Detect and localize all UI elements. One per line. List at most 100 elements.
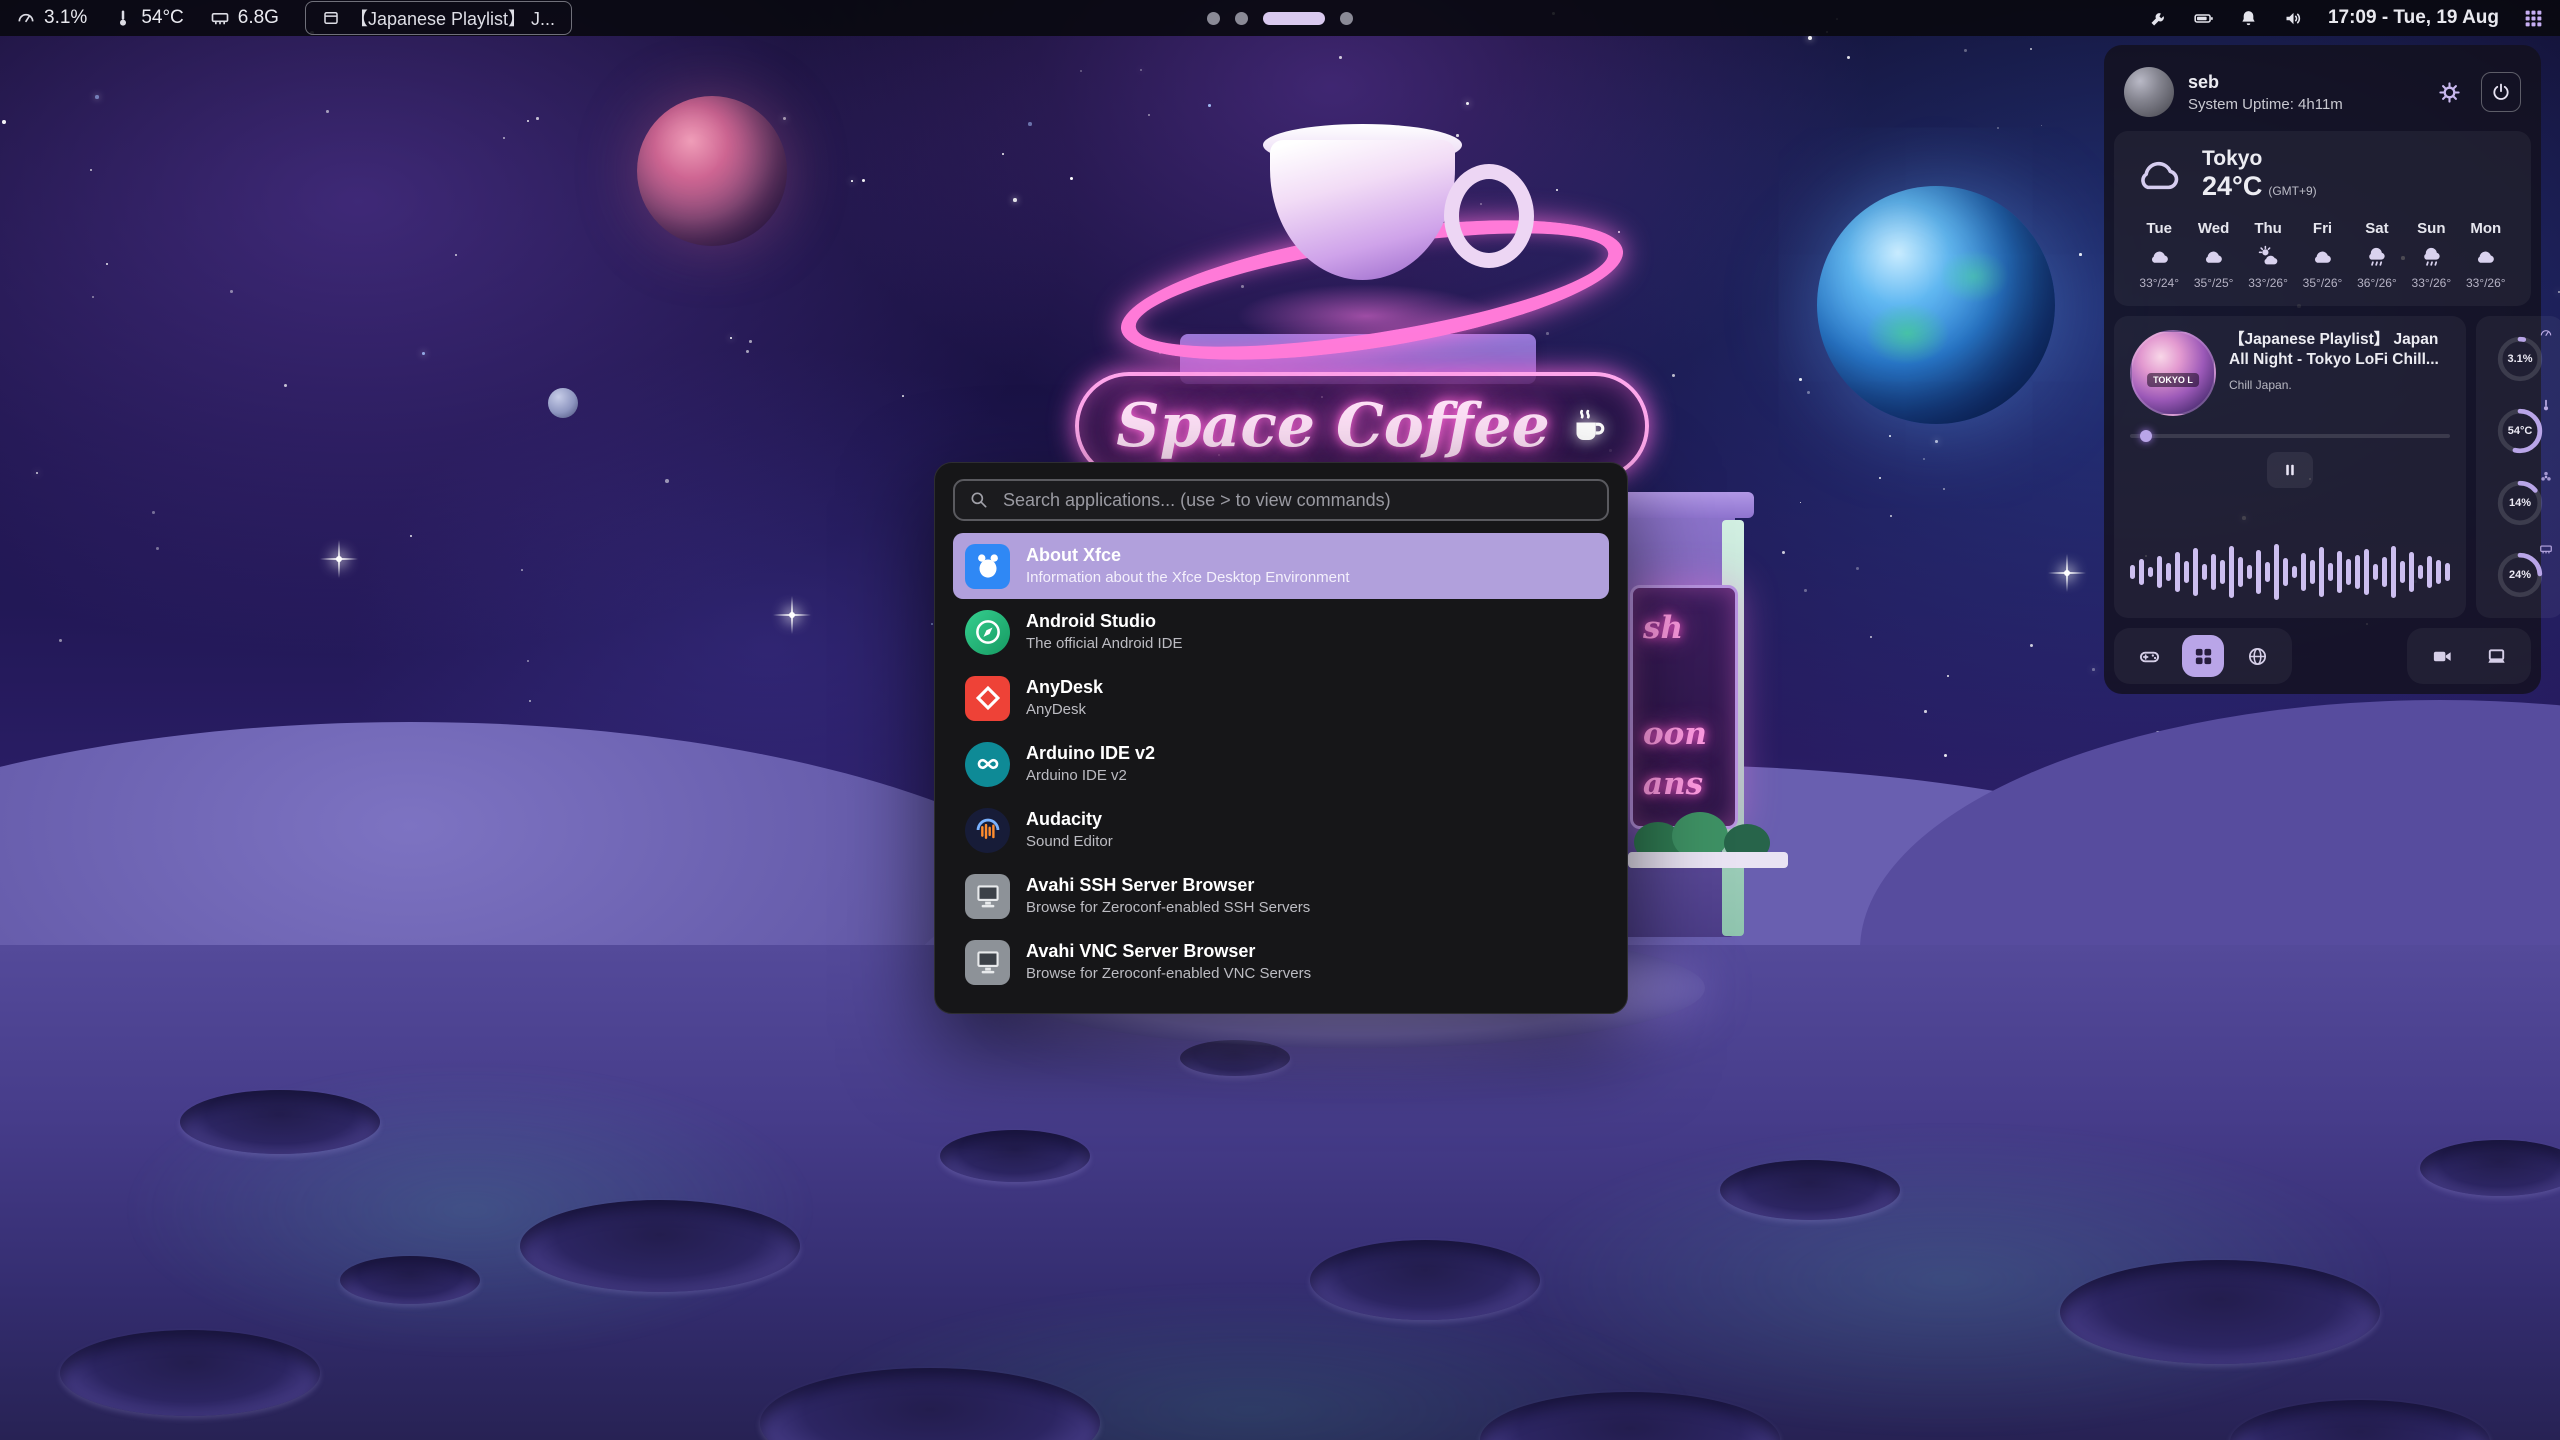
raincloud-weather-icon bbox=[2364, 244, 2389, 269]
volume-icon[interactable] bbox=[2283, 8, 2304, 29]
system-uptime: System Uptime: 4h11m bbox=[2188, 96, 2415, 113]
waveform-bar bbox=[2382, 557, 2387, 587]
screen-record-button[interactable] bbox=[2421, 635, 2463, 677]
gauge-fan: 14% bbox=[2491, 472, 2549, 534]
app-name: Audacity bbox=[1026, 808, 1113, 831]
raincloud-weather-icon bbox=[2419, 244, 2444, 269]
globe-icon bbox=[2246, 645, 2269, 668]
moon-crater bbox=[520, 1200, 800, 1292]
workspace-indicator[interactable] bbox=[1207, 0, 1353, 36]
coffee-cup-icon bbox=[1566, 405, 1608, 447]
apps-button[interactable] bbox=[2182, 635, 2224, 677]
forecast-day: Tue33°/24° bbox=[2132, 220, 2186, 290]
window-neon-text: oon bbox=[1643, 716, 1707, 752]
app-name: AnyDesk bbox=[1026, 676, 1103, 699]
quick-actions-right bbox=[2407, 628, 2531, 684]
clock[interactable]: 17:09 - Tue, 19 Aug bbox=[2328, 7, 2499, 29]
album-art-label: TOKYO L bbox=[2147, 373, 2199, 387]
notifications-bell-icon[interactable] bbox=[2238, 8, 2259, 29]
power-icon bbox=[2491, 82, 2511, 102]
app-name: Android Studio bbox=[1026, 610, 1182, 633]
waveform-bar bbox=[2400, 561, 2405, 583]
waveform-bar bbox=[2256, 550, 2261, 594]
app-list-item[interactable]: Arduino IDE v2Arduino IDE v2 bbox=[953, 731, 1609, 797]
neon-sign-text: Space Coffee bbox=[1116, 391, 1550, 461]
forecast-temps: 36°/26° bbox=[2357, 276, 2397, 290]
media-widget: TOKYO L 【Japanese Playlist】 Japan All Ni… bbox=[2114, 316, 2466, 618]
workspace-dot-active[interactable] bbox=[1263, 12, 1325, 25]
media-progress-slider[interactable] bbox=[2130, 434, 2450, 438]
fan-icon bbox=[2539, 470, 2553, 484]
xfce-app-icon bbox=[965, 544, 1010, 589]
waveform-bar bbox=[2220, 560, 2225, 584]
cloud-weather-icon bbox=[2147, 244, 2172, 269]
memory-usage: 6.8G bbox=[210, 7, 279, 29]
gauge-thermo: 54°C bbox=[2491, 400, 2549, 462]
app-name: Avahi SSH Server Browser bbox=[1026, 874, 1310, 897]
forecast-day: Wed35°/25° bbox=[2186, 220, 2240, 290]
forecast-temps: 33°/26° bbox=[2466, 276, 2506, 290]
pause-button[interactable] bbox=[2267, 452, 2313, 488]
media-title: 【Japanese Playlist】 Japan All Night - To… bbox=[2229, 330, 2450, 370]
waveform-bar bbox=[2283, 558, 2288, 586]
workspace-dot[interactable] bbox=[1340, 12, 1353, 25]
power-button[interactable] bbox=[2481, 72, 2521, 112]
cup-handle bbox=[1444, 164, 1534, 268]
app-list-item[interactable]: Avahi VNC Server BrowserBrowse for Zeroc… bbox=[953, 929, 1609, 995]
app-description: Sound Editor bbox=[1026, 833, 1113, 852]
search-input[interactable] bbox=[1001, 489, 1593, 512]
settings-button[interactable] bbox=[2429, 72, 2469, 112]
audacity-app-icon bbox=[965, 808, 1010, 853]
red-planet bbox=[637, 96, 787, 246]
bright-star bbox=[2064, 570, 2070, 576]
waveform-bar bbox=[2292, 566, 2297, 578]
forecast-day: Fri35°/26° bbox=[2295, 220, 2349, 290]
waveform-bar bbox=[2229, 546, 2234, 598]
video-camera-icon bbox=[2431, 645, 2454, 668]
waveform-bar bbox=[2409, 552, 2414, 592]
waveform-bar bbox=[2328, 563, 2333, 581]
arduino-app-icon bbox=[965, 742, 1010, 787]
ram-icon bbox=[2539, 542, 2553, 556]
network-button[interactable] bbox=[2236, 635, 2278, 677]
quick-actions bbox=[2114, 628, 2531, 684]
waveform-bar bbox=[2184, 561, 2189, 583]
app-list-item[interactable]: AnyDeskAnyDesk bbox=[953, 665, 1609, 731]
gauge-value: 3.1% bbox=[2507, 353, 2532, 365]
window-icon bbox=[322, 9, 340, 27]
avahi-app-icon bbox=[965, 874, 1010, 919]
battery-icon[interactable] bbox=[2193, 8, 2214, 29]
waveform-bar bbox=[2166, 563, 2171, 581]
waveform-bar bbox=[2238, 557, 2243, 587]
app-list-item[interactable]: About XfceInformation about the Xfce Des… bbox=[953, 533, 1609, 599]
workspace-dot[interactable] bbox=[1207, 12, 1220, 25]
app-list-item[interactable]: Avahi SSH Server Browser Browse for Zeroc… bbox=[953, 863, 1609, 929]
app-list: About XfceInformation about the Xfce Des… bbox=[953, 533, 1609, 997]
forecast-day: Mon33°/26° bbox=[2459, 220, 2513, 290]
app-list-item[interactable]: Android StudioThe official Android IDE bbox=[953, 599, 1609, 665]
album-art[interactable]: TOKYO L bbox=[2130, 330, 2216, 416]
tools-icon[interactable] bbox=[2148, 8, 2169, 29]
coffee-shop-window: sh oon ans bbox=[1630, 585, 1738, 829]
app-description: Browse for Zeroconf-enabled SSH Servers bbox=[1026, 899, 1310, 918]
app-grid-icon[interactable] bbox=[2523, 8, 2544, 29]
workspace-dot[interactable] bbox=[1235, 12, 1248, 25]
display-button[interactable] bbox=[2475, 635, 2517, 677]
gauge-value: 54°C bbox=[2508, 425, 2533, 437]
avatar[interactable] bbox=[2124, 67, 2174, 117]
thermometer-icon bbox=[113, 8, 133, 28]
cloud-weather-icon bbox=[2310, 244, 2335, 269]
progress-thumb[interactable] bbox=[2140, 430, 2152, 442]
game-mode-button[interactable] bbox=[2128, 635, 2170, 677]
gauge-meter: 3.1% bbox=[2491, 328, 2549, 390]
cpu-usage-value: 3.1% bbox=[44, 7, 87, 29]
app-list-item[interactable]: Audacity Sound Editor bbox=[953, 797, 1609, 863]
search-box[interactable] bbox=[953, 479, 1609, 521]
system-gauges: 3.1%54°C14%24% bbox=[2476, 316, 2560, 618]
waveform-bar bbox=[2157, 556, 2162, 588]
window-neon-text: ans bbox=[1643, 766, 1703, 802]
taskbar-window-button[interactable]: 【Japanese Playlist】 J... bbox=[305, 1, 572, 35]
app-description: Arduino IDE v2 bbox=[1026, 767, 1155, 786]
waveform-bar bbox=[2265, 562, 2270, 582]
user-card: seb System Uptime: 4h11m bbox=[2114, 55, 2531, 127]
